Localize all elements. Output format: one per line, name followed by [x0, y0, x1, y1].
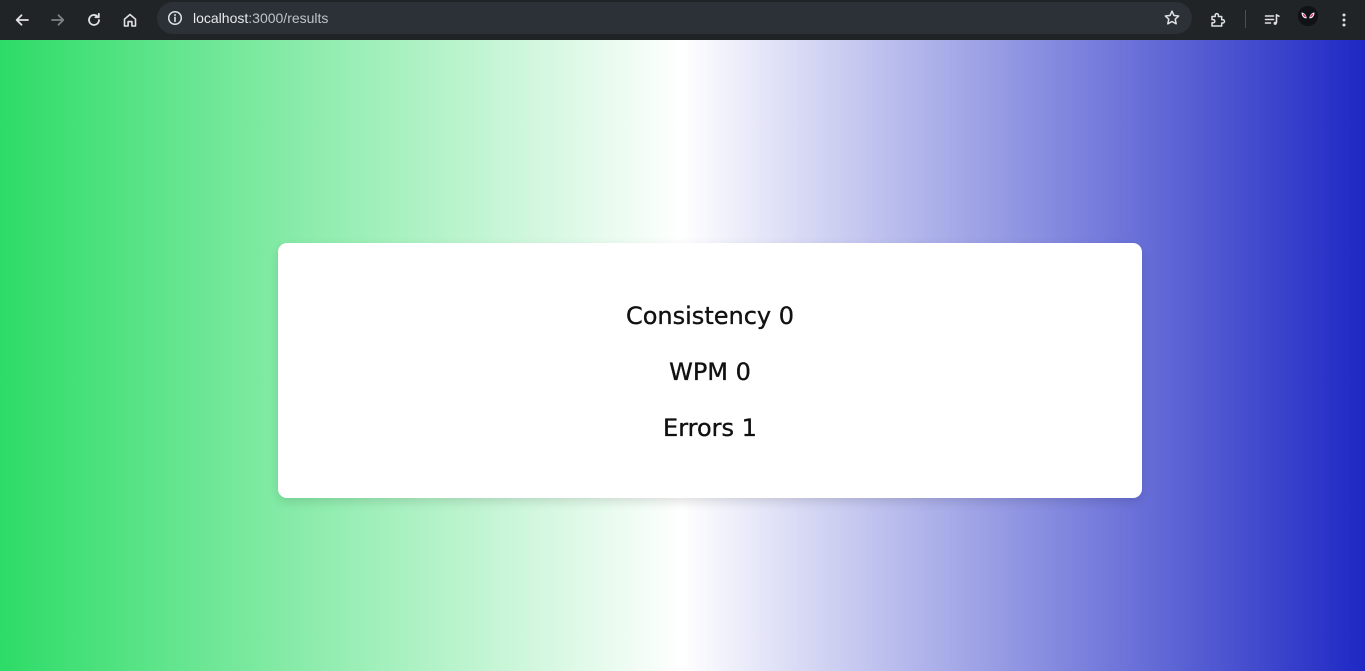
arrow-right-icon	[50, 12, 66, 28]
url-path: :3000/results	[248, 10, 329, 26]
puzzle-icon	[1209, 11, 1227, 29]
kebab-menu-icon	[1336, 12, 1352, 28]
home-icon	[122, 12, 138, 28]
url-text[interactable]: localhost:3000/results	[193, 2, 328, 34]
wpm-stat: WPM 0	[669, 358, 751, 386]
toolbar-divider	[1245, 10, 1246, 28]
address-bar[interactable]: localhost:3000/results	[157, 2, 1192, 34]
page-background: Consistency 0 WPM 0 Errors 1	[0, 40, 1365, 671]
reload-button[interactable]	[78, 4, 110, 36]
consistency-stat: Consistency 0	[625, 302, 794, 330]
back-button[interactable]	[6, 4, 38, 36]
reading-list-icon	[1263, 11, 1281, 29]
extensions-button[interactable]	[1202, 4, 1234, 36]
info-icon[interactable]	[165, 8, 185, 28]
arrow-left-icon	[14, 12, 30, 28]
star-icon[interactable]	[1162, 8, 1182, 28]
avatar[interactable]	[1298, 6, 1318, 26]
browser-menu-button[interactable]	[1328, 4, 1360, 36]
reload-icon	[86, 12, 102, 28]
results-card: Consistency 0 WPM 0 Errors 1	[278, 243, 1142, 498]
home-button[interactable]	[114, 4, 146, 36]
browser-toolbar: localhost:3000/results	[0, 0, 1365, 40]
forward-button[interactable]	[42, 4, 74, 36]
reading-list-button[interactable]	[1256, 4, 1288, 36]
errors-stat: Errors 1	[663, 414, 757, 442]
url-host: localhost	[193, 10, 249, 26]
